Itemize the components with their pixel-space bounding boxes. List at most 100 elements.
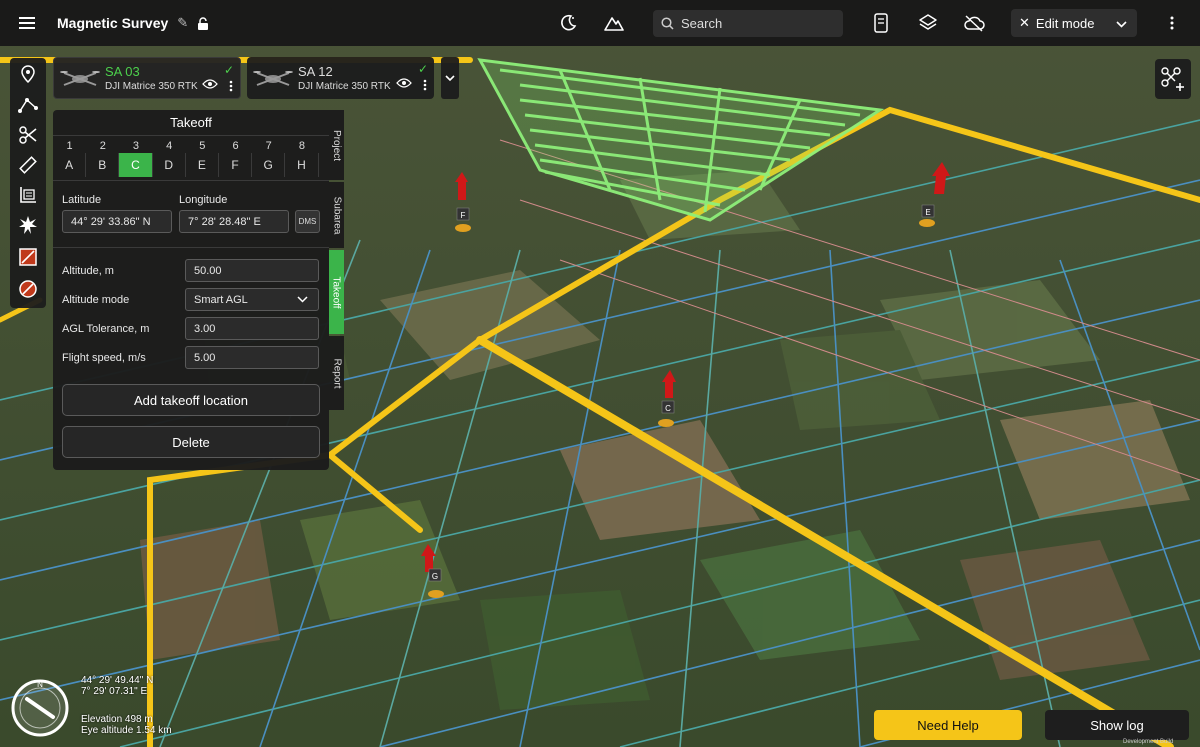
grid-cell-a[interactable]: A xyxy=(53,153,87,177)
location-pin-icon[interactable] xyxy=(10,60,46,90)
tab-label: Report xyxy=(331,357,343,389)
project-title: Magnetic Survey xyxy=(57,15,169,31)
no-fly-circle-icon[interactable] xyxy=(10,274,46,304)
flight-speed-field[interactable]: 5.00 xyxy=(185,346,319,369)
tab-label: Subarea xyxy=(331,196,342,234)
area-import-icon[interactable] xyxy=(10,180,46,210)
compass[interactable]: N xyxy=(9,677,71,739)
unlock-icon[interactable] xyxy=(196,16,210,30)
grid-cell-c[interactable]: C xyxy=(119,153,153,177)
chevron-down-icon xyxy=(1116,16,1127,31)
grid-cell-d[interactable]: D xyxy=(153,153,186,177)
eye-icon[interactable] xyxy=(396,78,412,88)
agl-tolerance-field[interactable]: 3.00 xyxy=(185,317,319,340)
drone-model: DJI Matrice 350 RTK xyxy=(105,81,198,92)
chevron-down-icon xyxy=(297,296,308,303)
terrain-icon[interactable] xyxy=(599,8,629,38)
svg-text:E: E xyxy=(925,208,930,217)
more-menu-icon[interactable] xyxy=(1160,8,1184,38)
cloud-off-icon[interactable] xyxy=(959,8,989,38)
elevation-text: Elevation 498 m xyxy=(81,714,153,725)
chevron-down-icon xyxy=(445,74,455,81)
eye-icon[interactable] xyxy=(202,79,218,89)
check-icon: ✓ xyxy=(223,63,234,77)
no-fly-zone-icon[interactable] xyxy=(10,242,46,272)
longitude-label: Longitude xyxy=(179,194,228,206)
search-icon xyxy=(661,17,674,30)
grid-number: 2 xyxy=(99,140,106,152)
tab-label: Project xyxy=(331,129,342,161)
flight-speed-label: Flight speed, m/s xyxy=(62,352,146,364)
drone-icon xyxy=(60,71,100,86)
add-waypoint-button[interactable] xyxy=(1155,59,1191,99)
grid-number: 1 xyxy=(66,140,73,152)
altitude-mode-select[interactable]: Smart AGL xyxy=(185,288,319,311)
longitude-readout: 7° 29' 07.31" E xyxy=(81,686,148,697)
grid-cell-h[interactable]: H xyxy=(285,153,319,177)
polyline-icon[interactable] xyxy=(10,90,46,120)
burst-icon[interactable] xyxy=(10,210,46,240)
altitude-mode-value: Smart AGL xyxy=(194,293,248,306)
longitude-field[interactable]: 7° 28' 28.48" E xyxy=(179,210,289,233)
mode-select[interactable]: ✕ Edit mode xyxy=(1011,9,1137,37)
tab-takeoff[interactable]: Takeoff xyxy=(329,250,344,334)
night-mode-icon[interactable] xyxy=(553,8,583,38)
remote-controller-icon[interactable] xyxy=(866,8,896,38)
grid-cell-f[interactable]: F xyxy=(219,153,253,177)
grid-cell-e[interactable]: E xyxy=(186,153,219,177)
left-toolbar xyxy=(10,58,46,308)
agl-tolerance-label: AGL Tolerance, m xyxy=(62,323,150,335)
search-input[interactable] xyxy=(681,16,831,31)
mode-label: Edit mode xyxy=(1035,15,1095,31)
drone-card-sa12[interactable]: SA 12 DJI Matrice 350 RTK ✓ xyxy=(247,57,434,99)
eye-altitude-text: Eye altitude 1.54 km xyxy=(81,725,172,736)
need-help-button[interactable]: Need Help xyxy=(874,710,1022,740)
grid-number: 6 xyxy=(232,140,239,152)
elevation-readout: Elevation 498 m Eye altitude 1.54 km xyxy=(81,714,172,736)
menu-icon[interactable] xyxy=(0,0,54,46)
drone-menu-icon[interactable] xyxy=(423,79,427,91)
delete-button[interactable]: Delete xyxy=(62,426,320,458)
tab-subarea[interactable]: Subarea xyxy=(329,182,344,248)
dms-toggle-button[interactable]: DMS xyxy=(295,210,320,233)
grid-number: 8 xyxy=(298,140,305,152)
top-bar: Magnetic Survey ✎ ✕ Edit mode xyxy=(0,0,1200,46)
grid-numbers: 1 2 3 4 5 6 7 8 xyxy=(53,140,329,152)
drone-menu-icon[interactable] xyxy=(229,80,233,92)
ruler-icon[interactable] xyxy=(10,150,46,180)
drone-model: DJI Matrice 350 RTK xyxy=(298,81,391,92)
altitude-label: Altitude, m xyxy=(62,265,114,277)
panel-title: Takeoff xyxy=(53,110,329,136)
drone-icon xyxy=(253,71,293,86)
tab-label: Takeoff xyxy=(331,275,342,309)
drone-name: SA 03 xyxy=(105,64,140,79)
drones-expand-button[interactable] xyxy=(441,57,459,99)
edit-pencil-icon[interactable]: ✎ xyxy=(177,15,188,31)
grid-number: 4 xyxy=(166,140,173,152)
svg-text:F: F xyxy=(461,211,466,220)
altitude-mode-label: Altitude mode xyxy=(62,294,130,306)
drone-card-sa03[interactable]: SA 03 DJI Matrice 350 RTK ✓ xyxy=(53,57,241,99)
takeoff-letter-grid: A B C D E F G H xyxy=(53,153,319,177)
latitude-readout: 44° 29' 49.44" N xyxy=(81,675,154,686)
cursor-coordinates: 44° 29' 49.44" N 7° 29' 07.31" E xyxy=(81,675,153,697)
grid-cell-g[interactable]: G xyxy=(252,153,286,177)
tab-report[interactable]: Report xyxy=(329,336,344,410)
divider xyxy=(53,247,329,248)
altitude-field[interactable]: 50.00 xyxy=(185,259,319,282)
show-log-button[interactable]: Show log xyxy=(1045,710,1189,740)
scissors-icon[interactable] xyxy=(10,120,46,150)
drone-name: SA 12 xyxy=(298,64,333,79)
add-takeoff-button[interactable]: Add takeoff location xyxy=(62,384,320,416)
search-box[interactable] xyxy=(653,10,843,37)
grid-cell-b[interactable]: B xyxy=(86,153,120,177)
add-drone-route-icon xyxy=(1161,67,1184,91)
tab-project[interactable]: Project xyxy=(329,110,344,180)
latitude-field[interactable]: 44° 29' 33.86" N xyxy=(62,210,172,233)
grid-number: 7 xyxy=(265,140,272,152)
layers-icon[interactable] xyxy=(913,8,943,38)
latitude-label: Latitude xyxy=(62,194,102,206)
svg-text:C: C xyxy=(665,404,671,413)
divider xyxy=(53,180,329,181)
takeoff-panel: Takeoff 1 2 3 4 5 6 7 8 A B C D E F G H … xyxy=(53,110,329,470)
